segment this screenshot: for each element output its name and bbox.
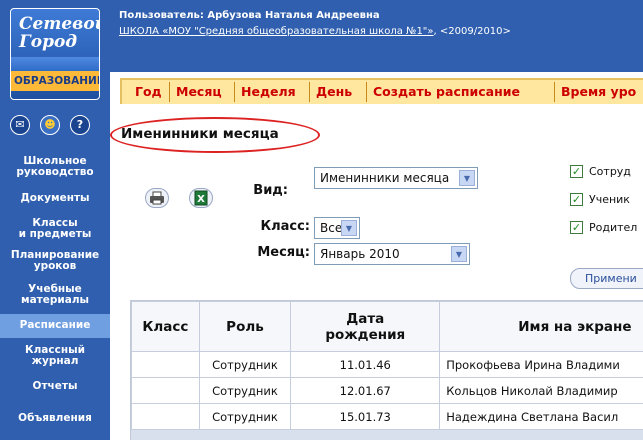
cell-dob: 12.01.67 [290,377,441,404]
sidebar-item-documents[interactable]: Документы [0,193,110,207]
cell-class [131,403,200,430]
employees-checkbox-label: Сотруд [589,165,631,178]
birthdays-table-wrapper: Класс Роль Дата рождения Имя на экране С… [130,300,643,440]
column-header-dob[interactable]: Дата рождения [290,301,441,352]
view-select-value: Именинники месяца [320,171,450,185]
table-row: Сотрудник 15.01.73 Надеждина Светлана Ва… [131,403,643,430]
sidebar-item-materials[interactable]: Учебные материалы [0,284,110,308]
column-header-dob-line-2: рождения [325,326,406,343]
sidebar-item-label: журнал [31,355,79,367]
mail-icon[interactable]: ✉ [10,115,30,135]
cell-dob: 11.01.46 [290,351,441,378]
sidebar-item-announcements[interactable]: Объявления [0,413,110,427]
month-select-value: Январь 2010 [320,247,400,261]
chevron-down-icon: ▼ [451,246,467,262]
tab-separator [309,82,310,102]
logo-line-1: Сетевой [19,14,100,34]
tab-separator [554,82,555,102]
header: Пользователь: Арбузова Наталья Андреевна… [110,0,643,72]
tab-year[interactable]: Год [135,82,162,102]
column-header-role[interactable]: Роль [198,301,292,352]
sidebar-item-label: Объявления [18,412,92,424]
column-header-display-name[interactable]: Имя на экране [439,301,643,352]
school-info: ШКОЛА «МОУ "Средняя общеобразовательная … [119,26,511,37]
sidebar: Сетевой Город ОБРАЗОВАНИЕ ✉ ☻ ? Школьное… [0,0,110,440]
cell-role: Сотрудник [198,351,292,378]
school-link[interactable]: ШКОЛА «МОУ "Средняя общеобразовательная … [119,26,434,37]
view-label: Вид: [253,183,288,198]
month-select[interactable]: Январь 2010 ▼ [314,243,470,265]
sidebar-item-label: и предметы [18,228,92,240]
tab-separator [169,82,170,102]
cell-display-name: Надеждина Светлана Васил [439,403,643,430]
user-name: Пользователь: Арбузова Наталья Андреевна [119,10,380,21]
sidebar-item-class-journal[interactable]: Классный журнал [0,345,110,369]
tab-bar: Год Месяц Неделя День Создать расписание… [120,78,643,104]
column-header-class[interactable]: Класс [131,301,200,352]
tab-day[interactable]: День [316,82,352,102]
sidebar-item-schedule[interactable]: Расписание [0,314,110,338]
class-select[interactable]: Все ▼ [314,217,360,239]
month-label: Месяц: [257,245,310,260]
excel-export-button[interactable]: X [189,188,213,208]
students-checkbox-label: Ученик [589,193,630,206]
birthdays-table: Класс Роль Дата рождения Имя на экране С… [131,301,643,430]
cell-display-name: Кольцов Николай Владимир [439,377,643,404]
parents-checkbox-label: Родител [589,221,638,234]
students-checkbox[interactable]: ✓ [570,193,583,206]
logo-line-2: Город [19,32,78,52]
logo-band [11,57,99,71]
parents-checkbox[interactable]: ✓ [570,221,583,234]
sidebar-item-label: Документы [20,192,90,204]
chevron-down-icon: ▼ [459,170,475,186]
apply-button[interactable]: Примени [570,268,643,289]
table-header-row: Класс Роль Дата рождения Имя на экране [131,301,643,352]
tab-month[interactable]: Месяц [176,82,222,102]
tab-create-schedule[interactable]: Создать расписание [373,82,520,102]
class-label: Класс: [260,219,310,234]
sidebar-item-classes[interactable]: Классы и предметы [0,218,110,242]
print-button[interactable] [145,188,169,208]
svg-text:X: X [197,194,205,205]
sidebar-item-label: материалы [20,294,90,306]
sidebar-item-label: Отчеты [32,380,78,392]
table-row: Сотрудник 12.01.67 Кольцов Николай Влади… [131,377,643,404]
users-icon[interactable]: ☻ [40,115,60,135]
chevron-down-icon: ▼ [341,220,357,236]
sidebar-item-reports[interactable]: Отчеты [0,381,110,395]
cell-dob: 15.01.73 [290,403,441,430]
printer-icon [150,191,164,205]
cell-class [131,351,200,378]
logo-line-3: ОБРАЗОВАНИЕ [11,71,99,91]
cell-role: Сотрудник [198,403,292,430]
page-title: Именинники месяца [121,126,279,142]
sidebar-item-label: руководство [16,166,94,178]
employees-checkbox[interactable]: ✓ [570,165,583,178]
excel-icon: X [194,190,208,206]
school-year: , <2009/2010> [433,26,511,37]
sidebar-item-school-management[interactable]: Школьное руководство [0,156,110,180]
sidebar-item-lesson-planning[interactable]: Планирование уроков [0,250,110,274]
cell-display-name: Прокофьева Ирина Владими [439,351,643,378]
sidebar-item-label: Расписание [19,319,91,331]
cell-class [131,377,200,404]
tab-separator [366,82,367,102]
tab-lesson-time[interactable]: Время уро [561,82,636,102]
class-select-value: Все [320,221,343,235]
cell-role: Сотрудник [198,377,292,404]
tab-week[interactable]: Неделя [241,82,296,102]
logo[interactable]: Сетевой Город ОБРАЗОВАНИЕ [10,8,100,100]
help-icon[interactable]: ? [70,115,90,135]
column-header-dob-line-1: Дата [346,310,385,327]
table-row: Сотрудник 11.01.46 Прокофьева Ирина Влад… [131,351,643,378]
tab-separator [234,82,235,102]
page: Сетевой Город ОБРАЗОВАНИЕ ✉ ☻ ? Школьное… [0,0,643,440]
view-select[interactable]: Именинники месяца ▼ [314,167,478,189]
sidebar-item-label: уроков [33,260,77,272]
